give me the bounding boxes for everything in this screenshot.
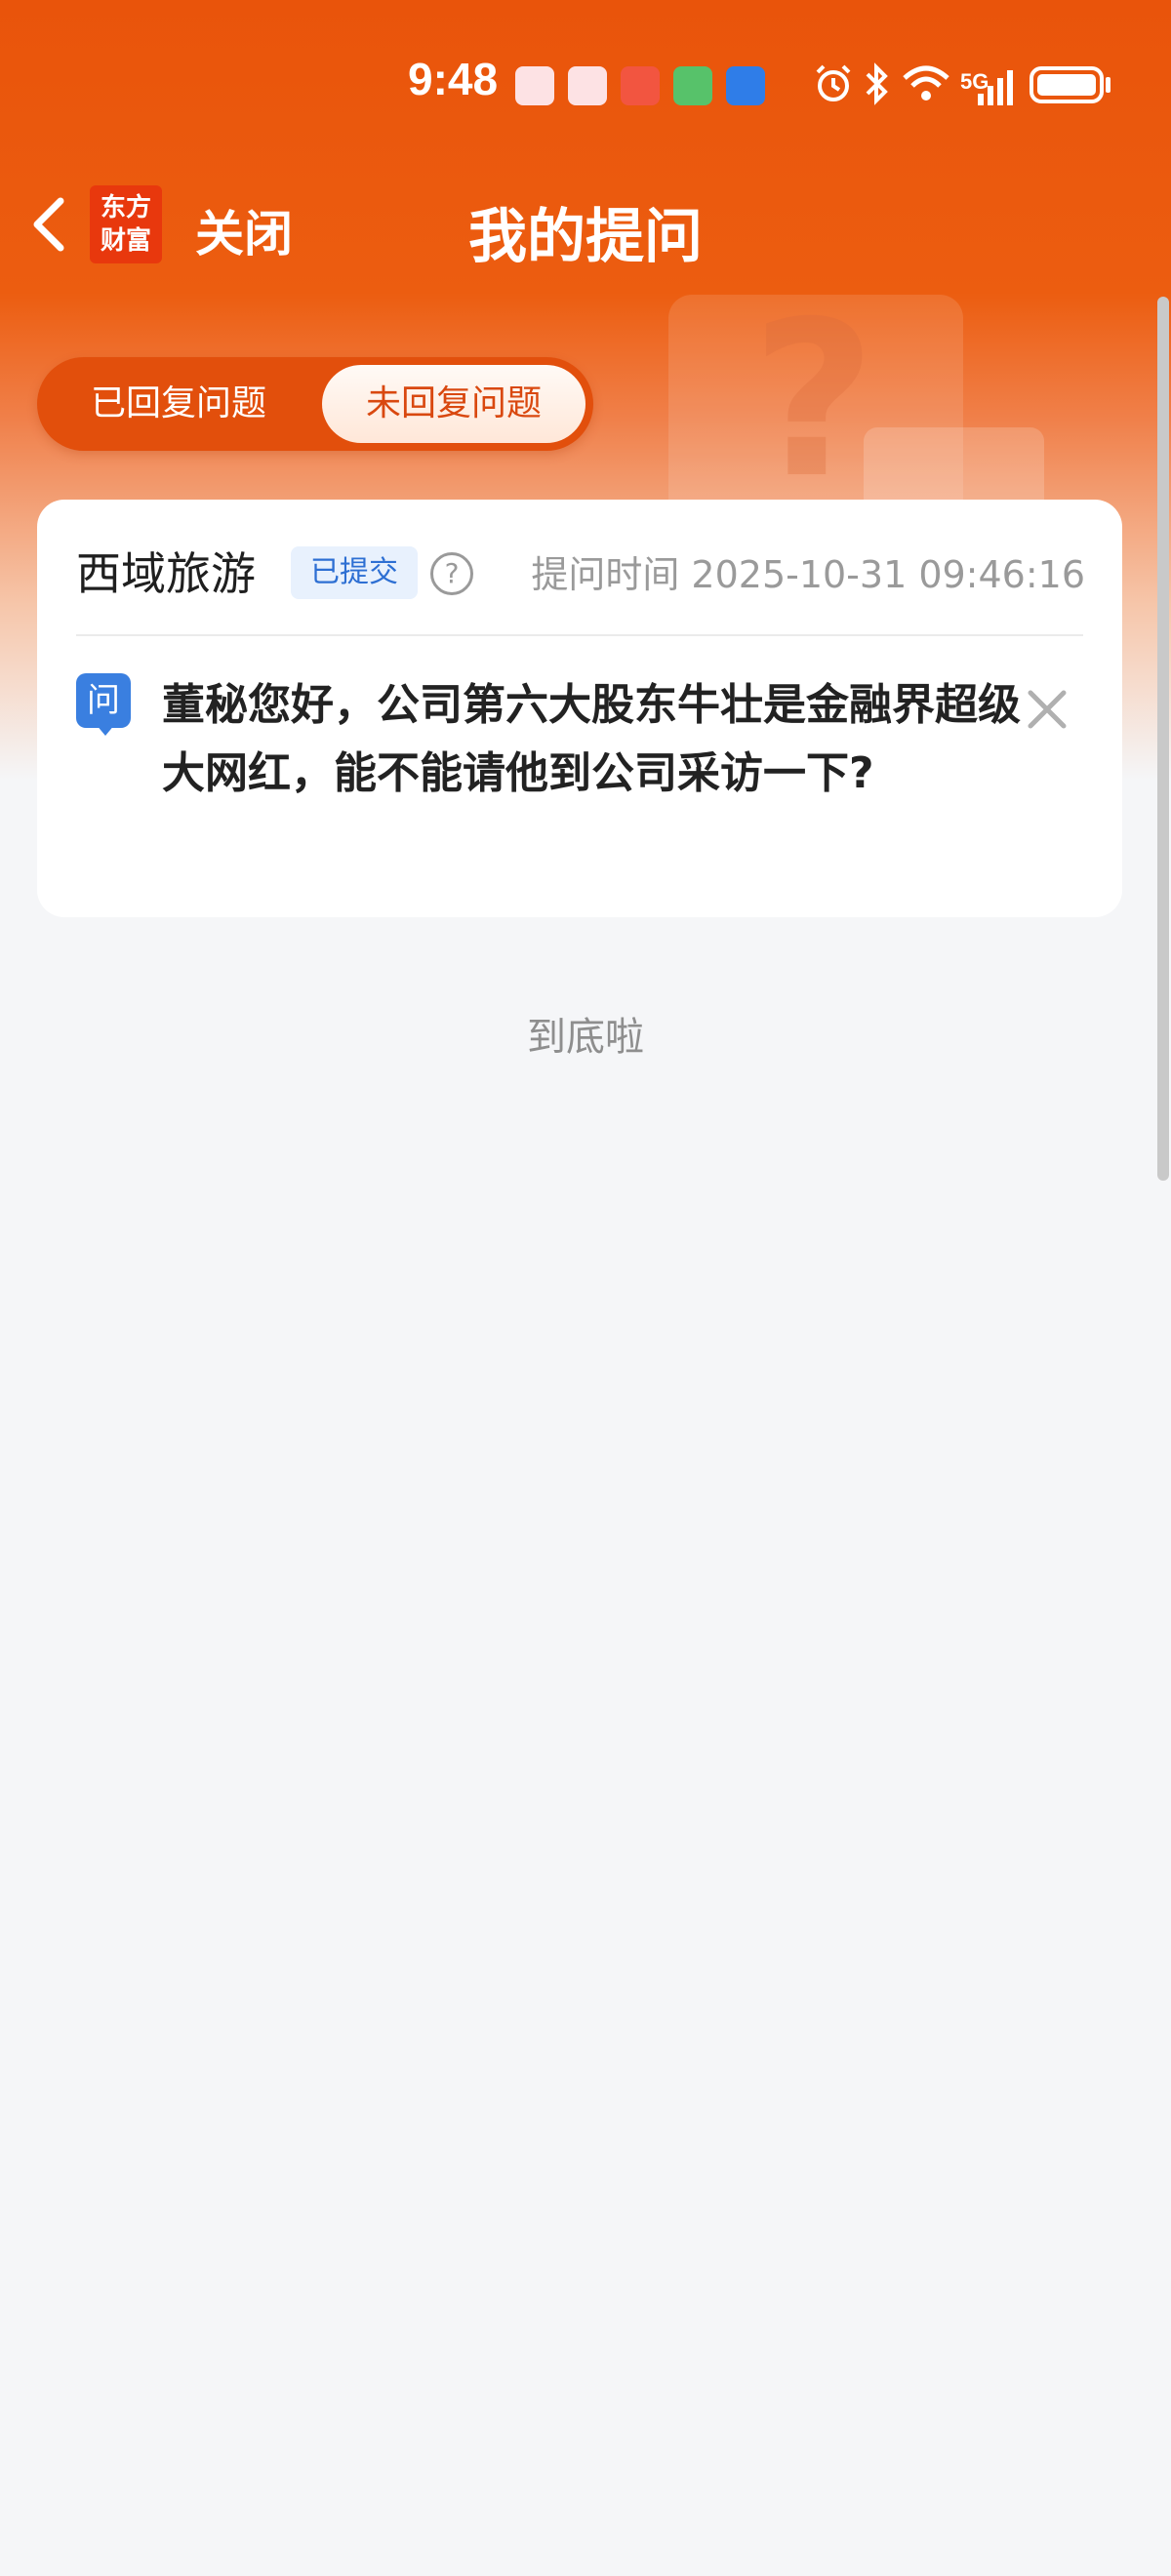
green-app-icon (673, 66, 712, 105)
scrollbar[interactable] (1157, 297, 1169, 1181)
tab-unanswered[interactable]: 未回复问题 (322, 365, 586, 443)
company-name: 西域旅游 (76, 547, 256, 600)
page-title: 我的提问 (468, 203, 703, 271)
question-time: 提问时间 2025-10-31 09:46:16 (531, 553, 1085, 596)
question-mark-decoration-icon: ? (751, 275, 876, 525)
nav-bar: 我的提问 东方 财富 关闭 (0, 176, 1171, 273)
status-bar: 9:48 5G (0, 49, 1171, 122)
status-time: 9:48 (408, 54, 499, 104)
end-of-list-text: 到底啦 (527, 1015, 644, 1060)
question-icon-tail (96, 724, 115, 736)
signal-icon (978, 70, 1013, 105)
wifi-icon (903, 65, 949, 101)
help-icon[interactable]: ? (430, 552, 473, 595)
app-logo: 东方 财富 (90, 185, 162, 263)
back-arrow-icon[interactable] (21, 187, 80, 262)
news-app-icon (621, 66, 660, 105)
tab-answered[interactable]: 已回复问题 (37, 357, 320, 451)
question-card[interactable]: 西域旅游 已提交 ? 提问时间 2025-10-31 09:46:16 问 董秘… (37, 500, 1122, 917)
alarm-icon (816, 64, 851, 101)
question-tabs: 已回复问题 未回复问题 (37, 357, 593, 451)
battery-tip (1106, 77, 1110, 93)
question-text: 董秘您好，公司第六大股东牛壮是金融界超级大网红，能不能请他到公司采访一下? (162, 680, 1021, 798)
divider (76, 634, 1083, 636)
question-icon: 问 (76, 673, 131, 728)
book-app-icon (568, 66, 607, 105)
close-icon[interactable] (1023, 685, 1071, 734)
browser-app-icon (726, 66, 765, 105)
status-badge: 已提交 (291, 546, 418, 599)
book-app-icon (515, 66, 554, 105)
close-button[interactable]: 关闭 (195, 195, 293, 265)
bluetooth-icon (866, 62, 888, 105)
logo-line-2: 财富 (100, 226, 151, 256)
page: ? 9:48 5G 我的提问 东方 财富 关闭 已回复问题 未回复问题 西域旅游… (0, 0, 1171, 2576)
battery-icon (1030, 66, 1104, 103)
logo-line-1: 东方 (100, 193, 151, 222)
